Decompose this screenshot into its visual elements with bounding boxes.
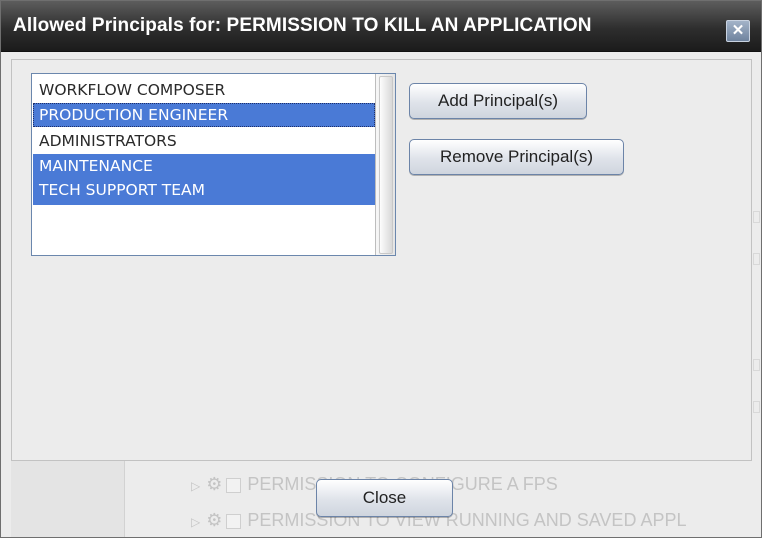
scrollbar-thumb[interactable] — [379, 76, 393, 254]
background-row-label: PERMISSION TO VIEW RUNNING AND SAVED APP… — [247, 510, 687, 530]
dialog-title: Allowed Principals for: PERMISSION TO KI… — [13, 15, 592, 36]
expand-triangle-icon: ▷ — [191, 515, 201, 529]
list-item-administrators[interactable]: ADMINISTRATORS — [33, 129, 375, 153]
list-item-maintenance[interactable]: MAINTENANCE — [33, 154, 375, 178]
list-item-production-engineer[interactable]: PRODUCTION ENGINEER — [33, 103, 375, 127]
expand-triangle-icon: ▷ — [191, 479, 201, 493]
remove-principals-button[interactable]: Remove Principal(s) — [409, 139, 624, 175]
gear-icon: ⚙ — [206, 510, 223, 530]
close-icon[interactable]: ✕ — [726, 20, 750, 42]
background-edge-marks — [753, 211, 760, 431]
gear-icon: ⚙ — [206, 474, 223, 494]
list-item-tech-support-team[interactable]: TECH SUPPORT TEAM — [33, 178, 375, 205]
background-sidebar — [11, 461, 125, 537]
list-item-workflow-composer[interactable]: WORKFLOW COMPOSER — [33, 78, 375, 102]
add-principals-button[interactable]: Add Principal(s) — [409, 83, 587, 119]
close-button[interactable]: Close — [316, 479, 453, 517]
principals-listbox[interactable]: WORKFLOW COMPOSER PRODUCTION ENGINEER AD… — [31, 73, 396, 256]
checkbox-icon — [226, 513, 242, 529]
dialog-title-bar[interactable]: Allowed Principals for: PERMISSION TO KI… — [1, 1, 761, 52]
checkbox-icon — [226, 477, 242, 493]
allowed-principals-dialog: Allowed Principals for: PERMISSION TO KI… — [0, 0, 762, 538]
listbox-scrollbar[interactable] — [375, 74, 395, 255]
